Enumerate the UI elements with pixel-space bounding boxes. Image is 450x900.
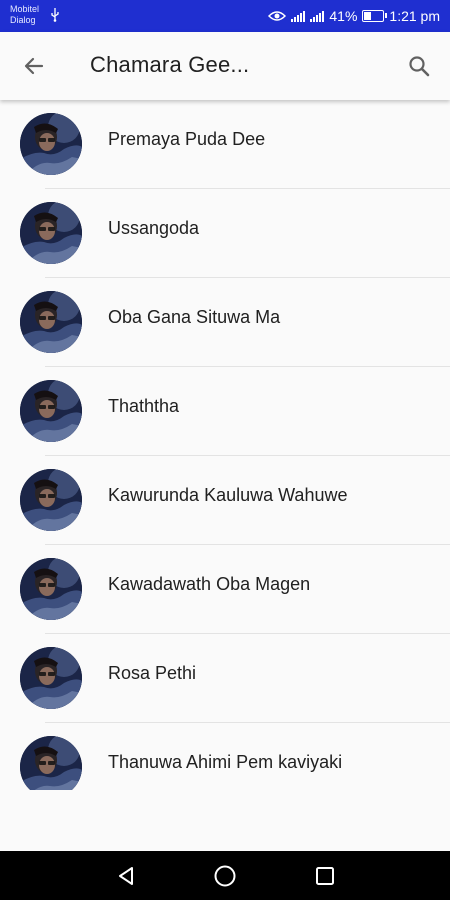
artist-photo-icon [20, 736, 82, 790]
carrier-1: Mobitel [10, 4, 40, 14]
artist-photo-icon [20, 380, 82, 442]
artist-avatar [20, 113, 82, 175]
list-item[interactable]: Premaya Puda Dee [0, 100, 450, 189]
list-item[interactable]: Kawurunda Kauluwa Wahuwe [0, 456, 450, 545]
artist-photo-icon [20, 647, 82, 709]
artist-photo-icon [20, 113, 82, 175]
eye-icon [268, 11, 287, 21]
circle-home-icon [214, 865, 236, 887]
artist-avatar [20, 558, 82, 620]
square-recents-icon [316, 867, 334, 885]
status-icons: 41% 1:21 pm [268, 6, 440, 26]
status-time: 1:21 pm [389, 8, 440, 24]
artist-photo-icon [20, 291, 82, 353]
song-title: Premaya Puda Dee [108, 129, 266, 149]
search-icon [409, 56, 430, 77]
carrier-labels: Mobitel Dialog [10, 4, 39, 26]
status-bar: Mobitel Dialog 41% 1:21 pm [0, 0, 450, 32]
artist-photo-icon [20, 202, 82, 264]
artist-photo-icon [20, 469, 82, 531]
search-button[interactable] [404, 51, 434, 81]
song-title: Ussangoda [108, 218, 200, 238]
back-button[interactable] [18, 52, 50, 80]
carrier-2: Dialog [10, 15, 36, 25]
system-nav-bar [0, 851, 450, 900]
artist-avatar [20, 736, 82, 790]
arrow-back-icon [24, 57, 44, 75]
song-title: Oba Gana Situwa Ma [108, 307, 281, 327]
usb-icon [51, 8, 59, 22]
song-title: Thaththa [108, 396, 180, 416]
app-bar: Chamara Gee... [0, 32, 450, 100]
artist-photo-icon [20, 558, 82, 620]
song-title: Rosa Pethi [108, 663, 197, 683]
list-item[interactable]: Oba Gana Situwa Ma [0, 278, 450, 367]
nav-back-button[interactable] [113, 863, 139, 889]
list-item[interactable]: Thaththa [0, 367, 450, 456]
triangle-back-icon [119, 867, 133, 885]
battery-percent: 41% [329, 8, 358, 24]
signal-icon-2 [310, 10, 325, 22]
artist-avatar [20, 291, 82, 353]
list-item[interactable]: Kawadawath Oba Magen [0, 545, 450, 634]
page-title: Chamara Gee... [90, 52, 250, 77]
artist-avatar [20, 469, 82, 531]
nav-recents-button[interactable] [312, 863, 338, 889]
signal-icon-1 [291, 10, 306, 22]
list-item[interactable]: Rosa Pethi [0, 634, 450, 723]
list-item[interactable]: Ussangoda [0, 189, 450, 278]
artist-avatar [20, 202, 82, 264]
list-item[interactable]: Thanuwa Ahimi Pem kaviyaki [0, 723, 450, 790]
nav-home-button[interactable] [212, 863, 238, 889]
song-list: Premaya Puda Dee Ussangoda Oba Gana Situ… [0, 100, 450, 790]
battery-icon [362, 10, 388, 22]
song-title: Kawurunda Kauluwa Wahuwe [108, 485, 348, 505]
artist-avatar [20, 380, 82, 442]
song-title: Kawadawath Oba Magen [108, 574, 311, 594]
song-title: Thanuwa Ahimi Pem kaviyaki [108, 752, 343, 772]
artist-avatar [20, 647, 82, 709]
